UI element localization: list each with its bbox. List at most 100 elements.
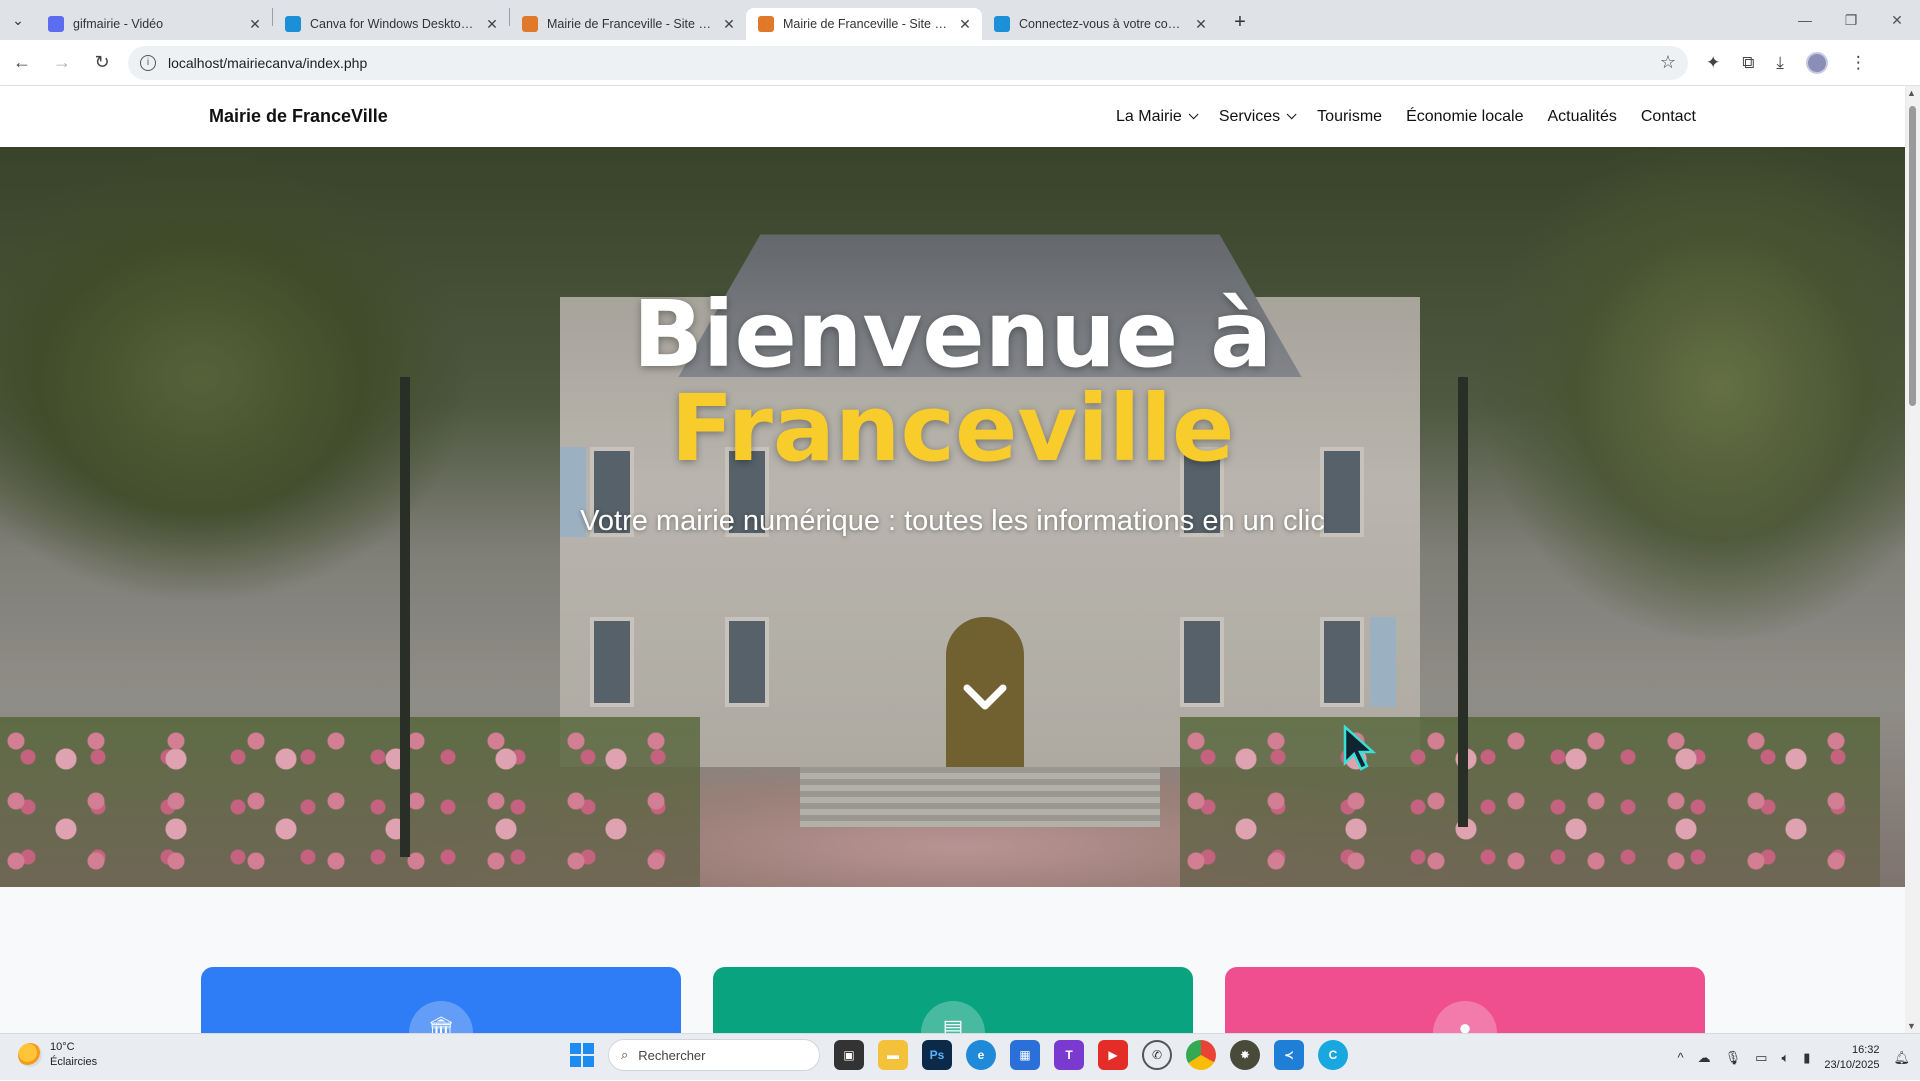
battery-icon[interactable]: ▮: [1803, 1050, 1810, 1066]
tab-title: gifmairie - Vidéo: [73, 17, 164, 31]
task-view-icon[interactable]: ▣: [834, 1040, 864, 1070]
nav-item-label: Économie locale: [1406, 107, 1524, 125]
url-text[interactable]: localhost/mairiecanva/index.php: [168, 55, 1660, 71]
mouse-cursor-icon: [1343, 725, 1377, 771]
restore-icon[interactable]: ❐: [1828, 0, 1874, 40]
nav-item[interactable]: Actualités: [1547, 108, 1616, 126]
minimize-icon[interactable]: —: [1782, 0, 1828, 40]
tab-close-icon[interactable]: ✕: [956, 16, 974, 33]
nav-item-label: Actualités: [1547, 107, 1617, 125]
nav-item-label: Contact: [1640, 107, 1696, 125]
window-controls: — ❐ ✕: [1782, 0, 1920, 40]
tray-chevron-icon[interactable]: ^: [1678, 1050, 1684, 1065]
tab-title: Canva for Windows Desktop App: [310, 17, 477, 31]
forward-icon[interactable]: →: [44, 45, 80, 81]
profile-avatar[interactable]: [1805, 51, 1828, 74]
canva-icon: [285, 16, 301, 32]
translate-icon[interactable]: ✦: [1706, 53, 1720, 73]
tab-title: Mairie de Franceville - Site Officiel: [547, 17, 714, 31]
onedrive-icon[interactable]: ☁: [1698, 1050, 1711, 1066]
site-brand[interactable]: Mairie de FranceVille: [209, 106, 388, 127]
windows-taskbar: 10°C Éclaircies ⌕ Rechercher ▣ ▬ Ps e ▦ …: [0, 1033, 1920, 1080]
clock-date: 23/10/2025: [1824, 1058, 1880, 1071]
tab-close-icon[interactable]: ✕: [1192, 16, 1210, 33]
taskbar-search-placeholder: Rechercher: [638, 1047, 706, 1063]
site-navbar: Mairie de FranceVille La Mairie Services T…: [0, 86, 1905, 147]
scrollbar-thumb[interactable]: [1909, 106, 1916, 406]
microphone-icon[interactable]: 🎙︎: [1725, 1050, 1742, 1066]
photoshop-icon[interactable]: Ps: [922, 1040, 952, 1070]
site-icon: [758, 16, 774, 32]
scroll-down-icon[interactable]: ▼: [1907, 1021, 1916, 1031]
back-icon[interactable]: ←: [4, 45, 40, 81]
browser-tab[interactable]: gifmairie - Vidéo ✕: [36, 8, 272, 40]
weather-widget[interactable]: 10°C Éclaircies: [18, 1040, 97, 1070]
scroll-down-chevron-icon[interactable]: [961, 674, 1009, 722]
app-icon[interactable]: ✸: [1230, 1040, 1260, 1070]
chevron-down-icon: [1188, 109, 1199, 120]
nav-item[interactable]: Tourisme: [1317, 108, 1382, 126]
close-window-icon[interactable]: ✕: [1874, 0, 1920, 40]
notifications-icon[interactable]: 🔔︎: [1893, 1050, 1910, 1066]
hero-section: Bienvenue à Franceville Votre mairie num…: [0, 147, 1905, 887]
browser-tab[interactable]: Mairie de Franceville - Site Officiel ✕: [746, 8, 982, 40]
display-icon[interactable]: ▭: [1755, 1050, 1767, 1066]
toolbar-icons: ✦ ⧉ ⤓ ⋮: [1706, 51, 1867, 74]
system-tray: ^ ☁ 🎙︎ ▭ 🔈︎ ▮ 16:32 23/10/2025 🔔︎: [1678, 1034, 1910, 1081]
tab-close-icon[interactable]: ✕: [720, 16, 738, 33]
weather-temp: 10°C: [50, 1041, 75, 1053]
store-icon[interactable]: ▦: [1010, 1040, 1040, 1070]
tab-close-icon[interactable]: ✕: [483, 16, 501, 33]
windows-start-icon[interactable]: [570, 1043, 594, 1067]
address-bar[interactable]: i localhost/mairiecanva/index.php ☆: [128, 45, 1688, 80]
taskbar-search[interactable]: ⌕ Rechercher: [608, 1039, 820, 1071]
hero-title-line2: Franceville: [670, 375, 1235, 482]
tab-title: Mairie de Franceville - Site Officiel: [783, 17, 950, 31]
scroll-up-icon[interactable]: ▲: [1907, 88, 1916, 98]
site-icon: [522, 16, 538, 32]
extensions-icon[interactable]: ⧉: [1742, 53, 1754, 73]
tab-close-icon[interactable]: ✕: [246, 16, 264, 33]
nav-item-label: La Mairie: [1116, 107, 1182, 125]
canva-icon[interactable]: C: [1318, 1040, 1348, 1070]
weather-sun-icon: [18, 1043, 42, 1067]
clock-time: 16:32: [1851, 1043, 1880, 1056]
tab-title: Connectez-vous à votre compte: [1019, 17, 1186, 31]
nav-item[interactable]: La Mairie: [1116, 107, 1199, 126]
vscode-icon[interactable]: ≺: [1274, 1040, 1304, 1070]
canva-icon: [994, 16, 1010, 32]
browser-tab[interactable]: Canva for Windows Desktop App ✕: [273, 8, 509, 40]
nav-item[interactable]: Services: [1218, 107, 1297, 126]
teams-icon[interactable]: T: [1054, 1040, 1084, 1070]
nav-item-label: Tourisme: [1317, 107, 1383, 125]
chevron-down-icon: [1286, 109, 1297, 120]
more-menu-icon[interactable]: ⋮: [1850, 53, 1867, 73]
taskbar-apps: ⌕ Rechercher ▣ ▬ Ps e ▦ T ▶ ✆ ✸ ≺ C: [570, 1039, 1348, 1071]
nav-item[interactable]: Économie locale: [1406, 108, 1523, 126]
page-scrollbar[interactable]: ▲ ▼: [1905, 86, 1920, 1033]
site-info-icon[interactable]: i: [140, 54, 156, 71]
file-explorer-icon[interactable]: ▬: [878, 1040, 908, 1070]
video-icon: [48, 16, 64, 32]
nav-item[interactable]: Contact: [1641, 108, 1696, 126]
weather-condition: Éclaircies: [50, 1056, 98, 1068]
tab-search-chevron-icon[interactable]: ⌄: [0, 0, 36, 40]
chrome-icon[interactable]: [1186, 1040, 1216, 1070]
nav-item-label: Services: [1218, 107, 1281, 125]
browser-tab[interactable]: Mairie de Franceville - Site Officiel ✕: [510, 8, 746, 40]
hero-subtitle: Votre mairie numérique : toutes les info…: [580, 505, 1325, 537]
volume-icon[interactable]: 🔈︎: [1781, 1050, 1789, 1066]
new-tab-button[interactable]: +: [1224, 6, 1256, 38]
download-icon[interactable]: ⤓: [1776, 53, 1784, 73]
whatsapp-icon[interactable]: ✆: [1142, 1040, 1172, 1070]
youtube-icon[interactable]: ▶: [1098, 1040, 1128, 1070]
browser-toolbar: ← → ↻ i localhost/mairiecanva/index.php …: [0, 40, 1920, 86]
reload-icon[interactable]: ↻: [84, 45, 120, 81]
bookmark-star-icon[interactable]: ☆: [1660, 52, 1676, 73]
search-icon: ⌕: [621, 1047, 629, 1062]
clock[interactable]: 16:32 23/10/2025: [1824, 1043, 1879, 1073]
hero-title-line1: Bienvenue à: [632, 281, 1273, 388]
edge-icon[interactable]: e: [966, 1040, 996, 1070]
site-menu: La Mairie Services Tourisme Économie locale…: [1116, 108, 1696, 126]
browser-tab[interactable]: Connectez-vous à votre compte ✕: [982, 8, 1218, 40]
